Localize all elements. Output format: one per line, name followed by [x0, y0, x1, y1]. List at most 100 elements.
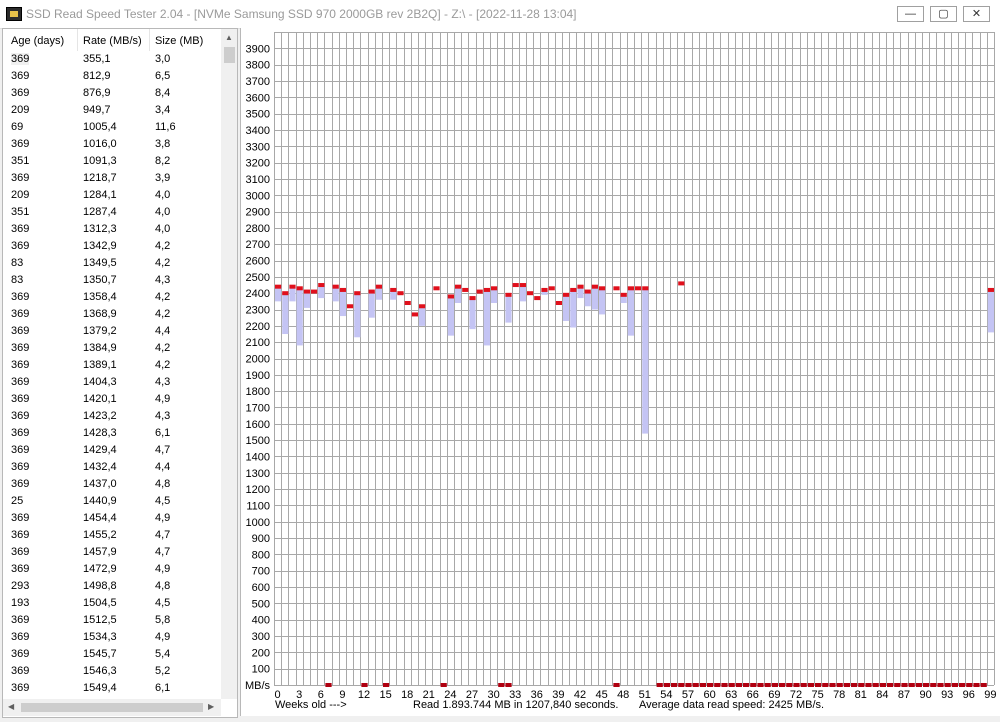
y-tick-label: 500: [252, 598, 270, 610]
cell-size: 4,8: [155, 478, 171, 490]
vertical-scrollbar[interactable]: ▲: [221, 29, 237, 699]
speed-range-bar: [469, 298, 476, 330]
title-bar: SSD Read Speed Tester 2.04 - [NVMe Samsu…: [0, 0, 1000, 29]
zero-speed-marker: [966, 683, 973, 687]
table-row[interactable]: 369 1218,7 3,9: [3, 170, 220, 187]
scroll-up-icon[interactable]: ▲: [225, 33, 233, 42]
table-row[interactable]: 369 1389,1 4,2: [3, 357, 220, 374]
cell-age: 369: [11, 53, 30, 65]
table-row[interactable]: 369 1429,4 4,7: [3, 442, 220, 459]
scroll-right-icon[interactable]: ▶: [208, 702, 214, 711]
minimize-button[interactable]: —: [897, 6, 924, 22]
table-row[interactable]: 293 1498,8 4,8: [3, 578, 220, 595]
zero-speed-marker: [807, 683, 814, 687]
cell-size: 4,2: [155, 342, 171, 354]
y-tick-label: 1000: [246, 517, 270, 529]
average-speed-marker: [347, 304, 354, 309]
table-row[interactable]: 69 1005,4 11,6: [3, 119, 220, 136]
table-row[interactable]: 369 1420,1 4,9: [3, 391, 220, 408]
cell-age: 369: [11, 291, 30, 303]
table-row[interactable]: 369 1432,4 4,4: [3, 459, 220, 476]
horizontal-scrollbar[interactable]: ◀ ▶: [3, 699, 221, 716]
column-divider[interactable]: [149, 29, 150, 51]
table-row[interactable]: 83 1350,7 4,3: [3, 272, 220, 289]
column-divider[interactable]: [77, 29, 78, 51]
speed-range-bar: [627, 288, 634, 336]
cell-rate: 1440,9: [83, 495, 117, 507]
table-row[interactable]: 369 1404,3 4,3: [3, 374, 220, 391]
average-speed-marker: [455, 284, 462, 289]
close-button[interactable]: ✕: [963, 6, 990, 22]
speed-range-bar: [282, 293, 289, 335]
table-row[interactable]: 369 812,9 6,5: [3, 68, 220, 85]
average-speed-marker: [613, 286, 620, 291]
cell-size: 6,1: [155, 427, 171, 439]
average-speed-marker: [541, 287, 548, 292]
table-row[interactable]: 369 1472,9 4,9: [3, 561, 220, 578]
zero-speed-marker: [779, 683, 786, 687]
average-speed-marker: [419, 304, 426, 309]
table-row[interactable]: 369 1454,4 4,9: [3, 510, 220, 527]
cell-size: 3,4: [155, 104, 171, 116]
table-row[interactable]: 369 876,9 8,4: [3, 85, 220, 102]
cell-age: 369: [11, 138, 30, 150]
table-row[interactable]: 25 1440,9 4,5: [3, 493, 220, 510]
table-row[interactable]: 351 1287,4 4,0: [3, 204, 220, 221]
maximize-button[interactable]: ▢: [930, 6, 957, 22]
table-row[interactable]: 369 1546,3 5,2: [3, 663, 220, 680]
table-row[interactable]: 369 1437,0 4,8: [3, 476, 220, 493]
table-row[interactable]: 369 1512,5 5,8: [3, 612, 220, 629]
cell-size: 6,1: [155, 682, 171, 694]
table-row[interactable]: 369 1455,2 4,7: [3, 527, 220, 544]
speed-range-bar: [563, 294, 570, 321]
x-tick-label: 99: [984, 689, 996, 701]
cell-size: 4,7: [155, 546, 171, 558]
table-row[interactable]: 369 1545,7 5,4: [3, 646, 220, 663]
table-row[interactable]: 369 1534,3 4,9: [3, 629, 220, 646]
zero-speed-marker: [930, 683, 937, 687]
x-tick-label: 90: [919, 689, 931, 701]
table-row[interactable]: 193 1504,5 4,5: [3, 595, 220, 612]
table-row[interactable]: 209 949,7 3,4: [3, 102, 220, 119]
table-row[interactable]: 369 1549,4 6,1: [3, 680, 220, 697]
table-row[interactable]: 369 355,1 3,0: [3, 51, 220, 68]
list-header: Age (days) Rate (MB/s) Size (MB): [3, 29, 220, 51]
cell-size: 4,2: [155, 359, 171, 371]
average-speed-marker: [289, 284, 296, 289]
cell-age: 369: [11, 393, 30, 405]
table-row[interactable]: 369 1423,2 4,3: [3, 408, 220, 425]
cell-rate: 1472,9: [83, 563, 117, 575]
y-tick-label: 3400: [246, 125, 270, 137]
table-row[interactable]: 369 1342,9 4,2: [3, 238, 220, 255]
table-row[interactable]: 369 1016,0 3,8: [3, 136, 220, 153]
table-row[interactable]: 369 1428,3 6,1: [3, 425, 220, 442]
y-tick-label: 2300: [246, 305, 270, 317]
results-list[interactable]: Age (days) Rate (MB/s) Size (MB) 369 355,…: [2, 28, 238, 718]
column-header-rate[interactable]: Rate (MB/s): [83, 35, 142, 47]
y-tick-label: 3600: [246, 92, 270, 104]
cell-size: 4,7: [155, 444, 171, 456]
speed-range-bar: [354, 293, 361, 338]
average-speed-marker: [599, 286, 606, 291]
table-row[interactable]: 369 1368,9 4,2: [3, 306, 220, 323]
column-header-size[interactable]: Size (MB): [155, 35, 203, 47]
table-row[interactable]: 351 1091,3 8,2: [3, 153, 220, 170]
table-row[interactable]: 369 1312,3 4,0: [3, 221, 220, 238]
table-row[interactable]: 369 1384,9 4,2: [3, 340, 220, 357]
cell-size: 3,0: [155, 53, 171, 65]
cell-age: 369: [11, 563, 30, 575]
column-header-age[interactable]: Age (days): [11, 35, 64, 47]
table-row[interactable]: 83 1349,5 4,2: [3, 255, 220, 272]
zero-speed-marker: [851, 683, 858, 687]
cell-rate: 876,9: [83, 87, 111, 99]
table-row[interactable]: 369 1457,9 4,7: [3, 544, 220, 561]
scroll-thumb[interactable]: [224, 47, 235, 63]
table-row[interactable]: 209 1284,1 4,0: [3, 187, 220, 204]
zero-speed-marker: [678, 683, 685, 687]
cell-age: 369: [11, 376, 30, 388]
table-row[interactable]: 369 1358,4 4,2: [3, 289, 220, 306]
scroll-thumb[interactable]: [21, 703, 203, 712]
zero-speed-marker: [959, 683, 966, 687]
table-row[interactable]: 369 1379,2 4,4: [3, 323, 220, 340]
scroll-left-icon[interactable]: ◀: [8, 702, 14, 711]
